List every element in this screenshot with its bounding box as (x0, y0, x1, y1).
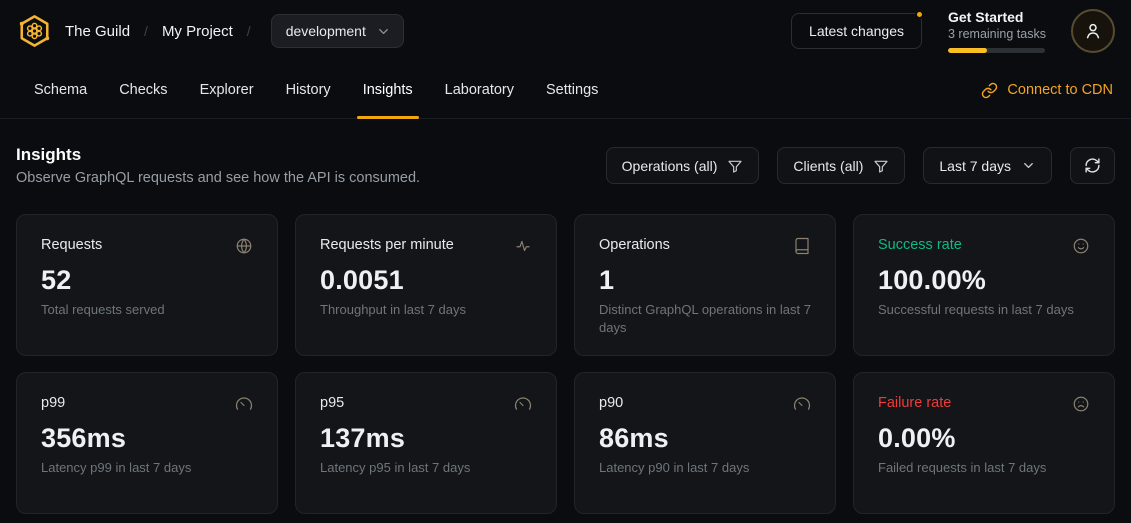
get-started-title: Get Started (948, 9, 1045, 27)
target-selector[interactable]: development (271, 14, 404, 48)
tab-insights[interactable]: Insights (347, 62, 429, 118)
app-header: The Guild / My Project / development Lat… (0, 0, 1131, 62)
get-started-widget[interactable]: Get Started 3 remaining tasks (948, 9, 1045, 54)
breadcrumb-org[interactable]: The Guild (65, 23, 130, 40)
stats-grid: Requests 52 Total requests served Reques… (16, 214, 1115, 514)
stat-value: 86ms (599, 423, 811, 454)
stat-title: Success rate (878, 236, 962, 255)
gauge-icon (235, 395, 253, 413)
stat-description: Successful requests in last 7 days (878, 301, 1090, 319)
stat-description: Distinct GraphQL operations in last 7 da… (599, 301, 811, 336)
globe-icon (235, 237, 253, 255)
stat-description: Total requests served (41, 301, 253, 319)
stat-card-p90: p90 86ms Latency p90 in last 7 days (574, 372, 836, 514)
gauge-icon (514, 395, 532, 413)
insights-filters: Operations (all) Clients (all) Last 7 da… (606, 147, 1115, 184)
project-nav: Schema Checks Explorer History Insights … (0, 62, 1131, 119)
chevron-down-icon (376, 24, 391, 39)
connect-to-cdn-label: Connect to CDN (1007, 82, 1113, 98)
activity-icon (514, 237, 532, 255)
tab-settings[interactable]: Settings (530, 62, 614, 118)
funnel-icon (873, 158, 889, 174)
smile-icon (1072, 237, 1090, 255)
stat-card-success-rate: Success rate 100.00% Successful requests… (853, 214, 1115, 356)
breadcrumb: The Guild / My Project / development (65, 14, 404, 48)
connect-to-cdn-button[interactable]: Connect to CDN (981, 62, 1113, 118)
page-subtitle: Observe GraphQL requests and see how the… (16, 170, 420, 186)
breadcrumb-separator: / (247, 23, 251, 39)
stat-card-p95: p95 137ms Latency p95 in last 7 days (295, 372, 557, 514)
stat-title: Requests (41, 236, 102, 255)
stat-title: Failure rate (878, 394, 951, 413)
tab-checks[interactable]: Checks (103, 62, 183, 118)
tab-label: Laboratory (445, 82, 514, 98)
book-icon (793, 237, 811, 255)
stat-value: 0.00% (878, 423, 1090, 454)
latest-changes-label: Latest changes (809, 23, 904, 39)
stat-title: p90 (599, 394, 623, 413)
period-selector-label: Last 7 days (939, 158, 1011, 174)
insights-heading-block: Insights Observe GraphQL requests and se… (16, 145, 420, 186)
stat-description: Failed requests in last 7 days (878, 459, 1090, 477)
stat-title: Operations (599, 236, 670, 255)
tab-laboratory[interactable]: Laboratory (429, 62, 530, 118)
header-actions: Latest changes Get Started 3 remaining t… (791, 9, 1115, 54)
stat-value: 0.0051 (320, 265, 532, 296)
stat-value: 356ms (41, 423, 253, 454)
get-started-progressbar (948, 48, 1045, 53)
frown-icon (1072, 395, 1090, 413)
breadcrumb-separator: / (144, 23, 148, 39)
tab-label: Explorer (200, 82, 254, 98)
latest-changes-button[interactable]: Latest changes (791, 13, 922, 49)
breadcrumb-project[interactable]: My Project (162, 23, 233, 40)
stat-description: Latency p95 in last 7 days (320, 459, 532, 477)
insights-header: Insights Observe GraphQL requests and se… (16, 145, 1115, 186)
user-icon (1083, 21, 1103, 41)
stat-card-operations: Operations 1 Distinct GraphQL operations… (574, 214, 836, 356)
funnel-icon (727, 158, 743, 174)
tab-explorer[interactable]: Explorer (184, 62, 270, 118)
stat-description: Throughput in last 7 days (320, 301, 532, 319)
operations-filter-label: Operations (all) (622, 158, 718, 174)
stat-card-p99: p99 356ms Latency p99 in last 7 days (16, 372, 278, 514)
chevron-down-icon (1021, 158, 1036, 173)
stat-title: p95 (320, 394, 344, 413)
clients-filter-label: Clients (all) (793, 158, 863, 174)
get-started-subtitle: 3 remaining tasks (948, 27, 1045, 41)
get-started-progress-fill (948, 48, 987, 53)
tab-label: Settings (546, 82, 598, 98)
clients-filter-button[interactable]: Clients (all) (777, 147, 905, 184)
stat-card-rpm: Requests per minute 0.0051 Throughput in… (295, 214, 557, 356)
link-icon (981, 82, 998, 99)
stat-value: 52 (41, 265, 253, 296)
tab-label: Schema (34, 82, 87, 98)
gauge-icon (793, 395, 811, 413)
user-menu-button[interactable] (1071, 9, 1115, 53)
hive-logo-icon[interactable] (16, 13, 53, 49)
stat-value: 137ms (320, 423, 532, 454)
notification-dot (915, 10, 924, 19)
target-selector-value: development (286, 23, 366, 39)
stat-value: 100.00% (878, 265, 1090, 296)
tab-history[interactable]: History (270, 62, 347, 118)
tab-label: Checks (119, 82, 167, 98)
refresh-icon (1084, 157, 1101, 174)
operations-filter-button[interactable]: Operations (all) (606, 147, 760, 184)
stat-card-failure-rate: Failure rate 0.00% Failed requests in la… (853, 372, 1115, 514)
stat-title: Requests per minute (320, 236, 454, 255)
page-title: Insights (16, 145, 420, 165)
tab-label: Insights (363, 82, 413, 98)
stat-title: p99 (41, 394, 65, 413)
stat-value: 1 (599, 265, 811, 296)
refresh-button[interactable] (1070, 147, 1115, 184)
tab-label: History (286, 82, 331, 98)
stat-card-requests: Requests 52 Total requests served (16, 214, 278, 356)
tab-schema[interactable]: Schema (18, 62, 103, 118)
stat-description: Latency p90 in last 7 days (599, 459, 811, 477)
period-selector-button[interactable]: Last 7 days (923, 147, 1052, 184)
insights-page: Insights Observe GraphQL requests and se… (0, 119, 1131, 514)
stat-description: Latency p99 in last 7 days (41, 459, 253, 477)
